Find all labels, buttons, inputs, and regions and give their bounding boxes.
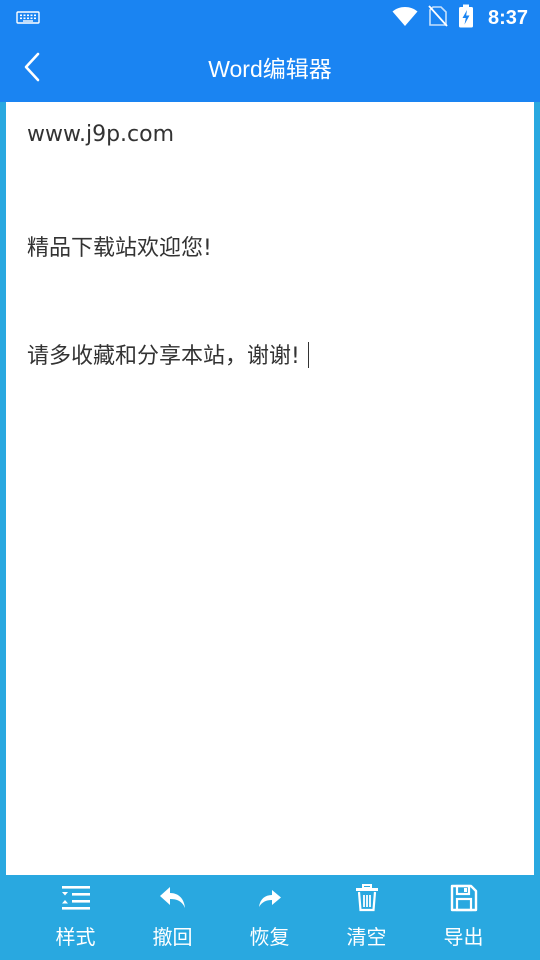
undo-button[interactable]: 撤回 [124,875,221,960]
editor-line[interactable]: 精品下载站欢迎您! [27,230,212,262]
status-icons: 8:37 [392,4,528,32]
no-sim-icon [428,5,448,31]
page-title: Word编辑器 [208,56,332,82]
export-label: 导出 [443,925,484,949]
status-bar: 8:37 [0,0,540,36]
undo-icon [156,883,190,913]
back-arrow-icon [22,52,42,86]
editor-line[interactable]: 请多收藏和分享本站，谢谢! [27,338,310,370]
keyboard-icon [16,10,40,26]
status-time: 8:37 [487,6,528,29]
editor-line[interactable]: www.j9p.com [27,122,174,147]
text-cursor [307,342,310,368]
bottom-toolbar: 样式 撤回 恢复 清空 导出 [0,875,540,960]
style-label: 样式 [55,925,96,949]
clear-button[interactable]: 清空 [318,875,415,960]
clear-label: 清空 [346,925,387,949]
export-button[interactable]: 导出 [415,875,512,960]
save-icon [447,883,481,913]
text-editor[interactable]: www.j9p.com 精品下载站欢迎您! 请多收藏和分享本站，谢谢! [6,102,534,875]
wifi-icon [392,5,418,31]
battery-charging-icon [458,4,474,32]
undo-label: 撤回 [152,925,193,949]
trash-icon [350,883,384,913]
back-button[interactable] [10,46,54,92]
editor-frame: www.j9p.com 精品下载站欢迎您! 请多收藏和分享本站，谢谢! [0,102,540,875]
format-lines-icon [59,883,93,913]
app-bar: Word编辑器 [0,36,540,102]
redo-label: 恢复 [249,925,290,949]
screen: 8:37 Word编辑器 www.j9p.com 精品下载站欢迎您! 请多收藏和… [0,0,540,960]
redo-icon [253,883,287,913]
style-button[interactable]: 样式 [27,875,124,960]
redo-button[interactable]: 恢复 [221,875,318,960]
